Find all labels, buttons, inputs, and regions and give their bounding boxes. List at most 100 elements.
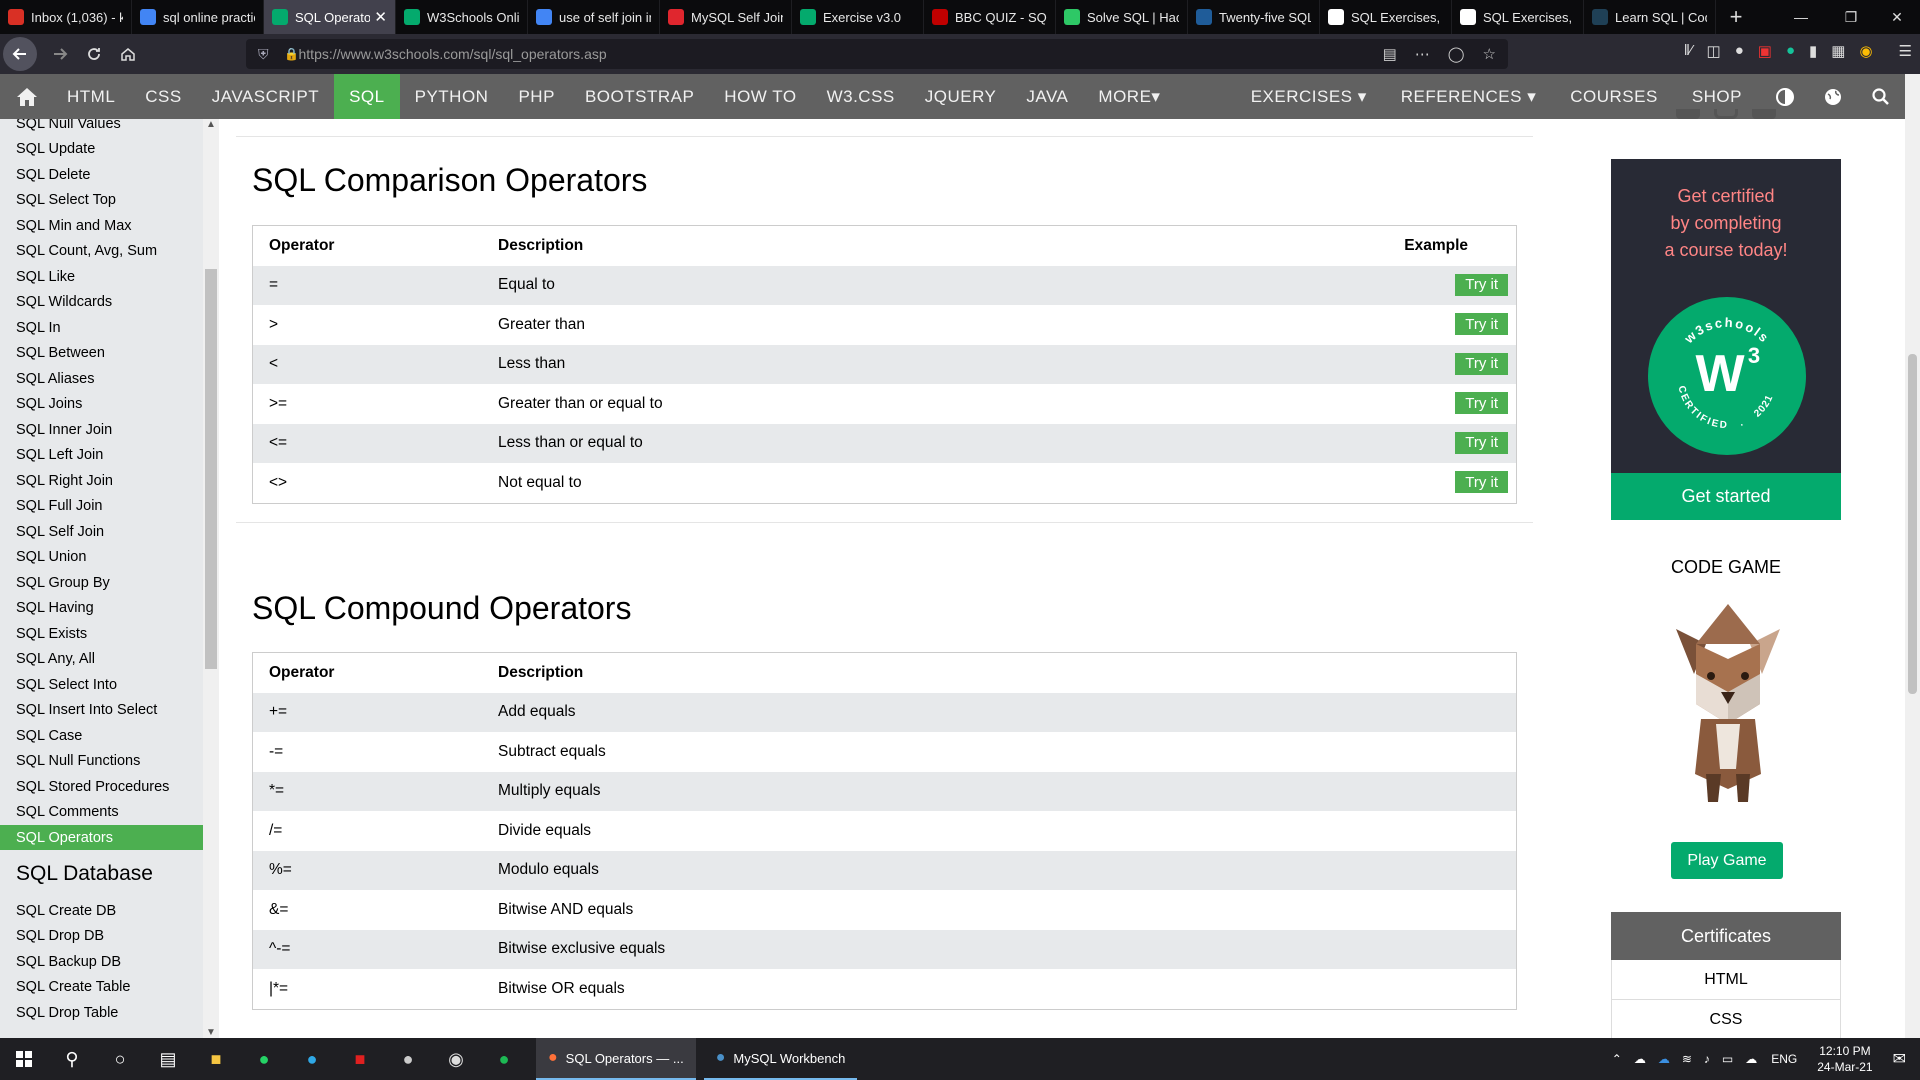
nav-how-to[interactable]: HOW TO — [709, 74, 811, 119]
bookmark-star-icon[interactable]: ☆ — [1483, 45, 1496, 63]
sidebar-item[interactable]: SQL Wildcards — [0, 290, 203, 315]
linkedin-icon[interactable] — [1752, 109, 1776, 119]
browser-tab[interactable]: SQL Exercises, Pr — [1320, 0, 1452, 34]
browser-tab[interactable]: Solve SQL | Hack — [1056, 0, 1188, 34]
sidebar-item[interactable]: SQL Union — [0, 545, 203, 570]
edge-icon[interactable]: ● — [288, 1038, 336, 1080]
sidebar-item[interactable]: SQL Case — [0, 723, 203, 748]
facebook-icon[interactable] — [1676, 109, 1700, 119]
certificate-item[interactable]: CSS — [1611, 1000, 1841, 1040]
browser-tab[interactable]: Inbox (1,036) - k — [0, 0, 132, 34]
sidebar-item[interactable]: SQL Create DB — [0, 898, 203, 923]
browser-tab[interactable]: BBC QUIZ - SQL — [924, 0, 1056, 34]
page-actions-icon[interactable]: ⋯ — [1415, 45, 1430, 63]
onedrive-icon[interactable]: ☁ — [1634, 1052, 1646, 1066]
nav-sql[interactable]: SQL — [334, 74, 400, 119]
nav-references[interactable]: REFERENCES ▾ — [1386, 74, 1551, 119]
restore-button[interactable]: ❐ — [1828, 0, 1874, 34]
grammarly-icon[interactable]: ● — [1786, 42, 1795, 60]
extension-icon[interactable]: ▦ — [1831, 42, 1845, 60]
acrobat-icon[interactable]: ■ — [336, 1038, 384, 1080]
sidebar-item[interactable]: SQL Backup DB — [0, 949, 203, 974]
minimize-button[interactable]: — — [1778, 0, 1824, 34]
wifi-icon[interactable]: ≋ — [1682, 1052, 1692, 1066]
nav-jquery[interactable]: JQUERY — [910, 74, 1012, 119]
get-started-button[interactable]: Get started — [1611, 473, 1841, 520]
certificate-item[interactable]: HTML — [1611, 960, 1841, 1000]
sidebar-toggle-icon[interactable]: ◫ — [1707, 42, 1721, 60]
sidebar-scroll-thumb[interactable] — [205, 269, 217, 669]
sidebar-item[interactable]: SQL Drop Table — [0, 1000, 203, 1025]
sidebar-item[interactable]: SQL Stored Procedures — [0, 774, 203, 799]
chrome-extension-icon[interactable]: ◉ — [1859, 42, 1872, 60]
translate-button[interactable] — [1809, 74, 1857, 119]
sidebar-item[interactable]: SQL Self Join — [0, 519, 203, 544]
sidebar-item[interactable]: SQL Having — [0, 596, 203, 621]
code-game-fox-illustration[interactable] — [1666, 604, 1790, 802]
sidebar-item[interactable]: SQL Update — [0, 137, 203, 162]
lock-icon[interactable]: 🔒 — [284, 47, 299, 61]
nav-more[interactable]: MORE ▾ — [1083, 74, 1175, 119]
battery-icon[interactable]: ▭ — [1722, 1052, 1733, 1066]
home-link[interactable] — [0, 74, 52, 119]
sidebar-item[interactable]: SQL Delete — [0, 162, 203, 187]
sidebar-item[interactable]: SQL Null Values — [0, 119, 203, 136]
file-explorer-icon[interactable]: ■ — [192, 1038, 240, 1080]
nav-php[interactable]: PHP — [503, 74, 569, 119]
browser-tab[interactable]: SQL Exercises, Pr — [1452, 0, 1584, 34]
sidebar-item[interactable]: SQL Null Functions — [0, 749, 203, 774]
sidebar-item[interactable]: SQL Insert Into Select — [0, 698, 203, 723]
certification-ad[interactable]: Get certified by completing a course today… — [1611, 159, 1841, 520]
browser-tab[interactable]: Learn SQL | Code — [1584, 0, 1716, 34]
sidebar-item[interactable]: SQL Select Top — [0, 188, 203, 213]
start-button[interactable] — [0, 1038, 48, 1080]
paint-icon[interactable]: ● — [384, 1038, 432, 1080]
sidebar-item[interactable]: SQL Joins — [0, 392, 203, 417]
reader-view-icon[interactable]: ▤ — [1383, 45, 1397, 63]
sidebar-item[interactable]: SQL Aliases — [0, 366, 203, 391]
sidebar-item[interactable]: SQL Operators — [0, 825, 203, 850]
home-button[interactable] — [111, 37, 145, 71]
sidebar-item[interactable]: SQL Comments — [0, 800, 203, 825]
close-tab-icon[interactable]: ✕ — [374, 8, 387, 26]
task-view-icon[interactable]: ▤ — [144, 1038, 192, 1080]
taskbar-app[interactable]: ● MySQL Workbench — [703, 1038, 858, 1080]
pocket-icon[interactable]: ◯ — [1448, 45, 1465, 63]
back-button[interactable] — [3, 37, 37, 71]
sidebar-item[interactable]: SQL Drop DB — [0, 924, 203, 949]
tray-overflow-icon[interactable]: ⌃ — [1612, 1052, 1622, 1066]
nav-bootstrap[interactable]: BOOTSTRAP — [570, 74, 709, 119]
nav-python[interactable]: PYTHON — [400, 74, 504, 119]
try-it-button[interactable]: Try it — [1455, 352, 1508, 375]
try-it-button[interactable]: Try it — [1455, 313, 1508, 335]
sidebar-item[interactable]: SQL Min and Max — [0, 213, 203, 238]
address-bar[interactable]: ⛨ 🔒 https://www.w3schools.com/sql/sql_op… — [246, 39, 1508, 69]
nav-css[interactable]: CSS — [130, 74, 196, 119]
sidebar-item[interactable]: SQL Select Into — [0, 672, 203, 697]
sidebar-item[interactable]: SQL Full Join — [0, 494, 203, 519]
extension-icon[interactable]: ▣ — [1758, 42, 1772, 60]
try-it-button[interactable]: Try it — [1455, 392, 1508, 414]
sidebar-item[interactable]: SQL Any, All — [0, 647, 203, 672]
page-scroll-thumb[interactable] — [1908, 354, 1917, 694]
url-text[interactable]: https://www.w3schools.com/sql/sql_operat… — [299, 46, 607, 62]
reload-button[interactable] — [77, 37, 111, 71]
nav-html[interactable]: HTML — [52, 74, 130, 119]
whatsapp-icon[interactable]: ● — [240, 1038, 288, 1080]
nav-java[interactable]: JAVA — [1011, 74, 1083, 119]
browser-tab[interactable]: W3Schools Onlin — [396, 0, 528, 34]
try-it-button[interactable]: Try it — [1455, 431, 1508, 454]
nav-javascript[interactable]: JAVASCRIPT — [197, 74, 334, 119]
clock[interactable]: 12:10 PM 24-Mar-21 — [1817, 1043, 1872, 1075]
scroll-down-icon[interactable]: ▼ — [203, 1027, 219, 1038]
sidebar-item[interactable]: SQL Like — [0, 264, 203, 289]
forward-button[interactable] — [43, 37, 77, 71]
account-icon[interactable]: ● — [1735, 42, 1744, 60]
nav-w3-css[interactable]: W3.CSS — [812, 74, 910, 119]
try-it-button[interactable]: Try it — [1455, 471, 1508, 493]
sidebar-item[interactable]: SQL Create Table — [0, 975, 203, 1000]
search-button[interactable] — [1857, 74, 1905, 119]
spotify-icon[interactable]: ● — [480, 1038, 528, 1080]
sidebar-item[interactable]: SQL Between — [0, 341, 203, 366]
taskbar-app[interactable]: ● SQL Operators — ... — [536, 1038, 696, 1080]
